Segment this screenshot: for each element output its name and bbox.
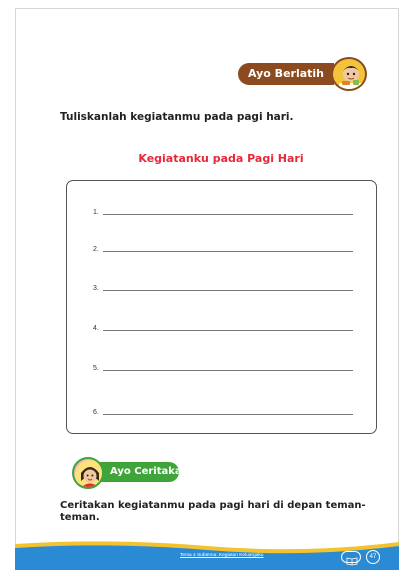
line-number: 2. xyxy=(93,246,99,253)
writing-line[interactable]: 1. xyxy=(93,203,353,216)
boy-eating-icon xyxy=(331,57,367,91)
page-number: 47 xyxy=(366,550,380,564)
girl-talking-icon xyxy=(72,457,104,489)
line-number: 4. xyxy=(93,325,99,332)
writing-line[interactable]: 3. xyxy=(93,279,353,292)
writing-line[interactable]: 4. xyxy=(93,319,353,332)
footer-theme: Tema 4 Subtema: Kegiatan Keluargaku xyxy=(180,553,264,558)
writing-line[interactable]: 5. xyxy=(93,359,353,372)
writing-line[interactable]: 2. xyxy=(93,240,353,253)
line-rule xyxy=(103,370,353,371)
writing-box: 1. 2. 3. 4. 5. 6. xyxy=(66,180,377,434)
line-rule xyxy=(103,214,353,215)
line-number: 3. xyxy=(93,285,99,292)
line-number: 1. xyxy=(93,209,99,216)
line-number: 5. xyxy=(93,365,99,372)
line-rule xyxy=(103,251,353,252)
line-rule xyxy=(103,414,353,415)
line-number: 6. xyxy=(93,409,99,416)
book-icon xyxy=(341,551,361,566)
ayo-ceritakan-badge: Ayo Ceritakan xyxy=(92,462,189,482)
ayo-berlatih-badge: Ayo Berlatih xyxy=(238,63,334,85)
line-rule xyxy=(103,330,353,331)
line-rule xyxy=(103,290,353,291)
task-text: Ceritakan kegiatanmu pada pagi hari di d… xyxy=(60,500,366,523)
writing-line[interactable]: 6. xyxy=(93,403,353,416)
activity-box-title: Kegiatanku pada Pagi Hari xyxy=(138,152,304,165)
instruction-text: Tuliskanlah kegiatanmu pada pagi hari. xyxy=(60,111,294,123)
